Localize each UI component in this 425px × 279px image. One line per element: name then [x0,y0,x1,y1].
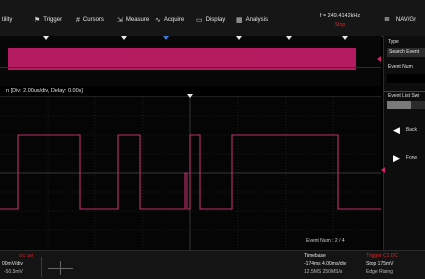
event-marker-icon[interactable] [121,36,127,40]
menu-trigger[interactable]: ⚑ Trigger [34,15,62,25]
trigger-position-icon[interactable] [163,36,169,40]
channel-scale[interactable]: 00mV/div [2,261,23,267]
menu-icon: ≣ [384,16,390,23]
event-num-label: Event Num [388,64,413,70]
acquire-icon: ∿ [155,17,161,24]
add-channel-icon-stem [60,261,61,275]
back-button[interactable]: ◀ Back [387,118,425,142]
timebase-title[interactable]: Timebase [304,253,326,259]
type-label: Type [388,39,399,45]
menu-measure[interactable]: ⇲ Measure [117,15,149,25]
event-marker-icon[interactable] [43,36,49,40]
event-list-switch-label: Event List Swi [388,93,420,99]
status-bar: DC 1M 00mV/div -50.5mV Timebase -174ms 4… [0,250,425,279]
menu-bar: tility ⚑ Trigger # Cursors ⇲ Measure ∿ A… [0,0,425,37]
menu-cursors[interactable]: # Cursors [76,15,104,25]
timebase-sampling: 12.5MS 250MS/s [304,269,343,275]
forward-button[interactable]: ▶ Forw [387,146,425,170]
flag-icon: ⚑ [34,17,41,24]
triangle-right-icon: ▶ [393,152,400,163]
zoom-center-marker-icon [187,94,193,98]
menu-acquire[interactable]: ∿ Acquire [155,15,184,25]
event-num-readout: Event Num : 2 / 4 [306,238,345,244]
menu-display[interactable]: ▭ Display [196,15,225,25]
event-marker-icon[interactable] [236,36,242,40]
timebase-values: -174ms 4.00ms/div [304,261,347,267]
nav-label: NAV/Gr [395,17,417,23]
triangle-left-icon: ◀ [393,124,400,135]
menu-trigger-label: Trigger [43,17,63,23]
channel-coupling: DC 1M [19,253,34,258]
menu-utility-label: tility [2,17,13,23]
display-icon: ▭ [196,17,203,24]
menu-acquire-label: Acquire [163,17,185,23]
event-marker-icon[interactable] [286,36,292,40]
back-label: Back [405,127,418,133]
menu-analysis[interactable]: ▦ Analysis [236,15,268,25]
menu-cursors-label: Cursors [82,17,104,23]
event-list-toggle-track [411,101,425,109]
trigger-title[interactable]: Trigger C1 DC [366,253,398,259]
zoom-grid-and-trace [0,97,381,252]
measure-icon: ⇲ [117,17,123,24]
trigger-mode: Edge Rising [366,269,393,275]
nav-button[interactable]: ≣ NAV/Gr [384,15,416,23]
event-list-toggle[interactable] [387,101,411,109]
menu-measure-label: Measure [125,17,150,23]
channel-level-marker-icon[interactable] [381,167,385,173]
trigger-values: Stop 175mV [366,261,394,267]
search-panel: Type Search Event Event Num Event List S… [381,36,425,250]
zoom-trace [0,134,381,210]
type-select[interactable]: Search Event [387,48,425,57]
event-num-field[interactable] [387,74,425,83]
frequency-readout: f = 249.4142kHz [319,13,361,19]
cursors-icon: # [76,16,80,24]
channel-divider [41,257,42,277]
panel-divider [384,91,425,92]
menu-utility[interactable]: tility [2,15,12,25]
overview-waveform[interactable] [0,36,381,86]
zoom-waveform[interactable]: Event Num : 2 / 4 [0,94,381,252]
forward-label: Forw [405,155,418,161]
event-marker-icon[interactable] [342,36,348,40]
run-state[interactable]: Stop [305,22,375,28]
channel-offset[interactable]: -50.5mV [4,269,23,275]
menu-display-label: Display [205,17,226,23]
overview-baseline [0,67,381,68]
channel-level-marker-icon[interactable] [377,56,381,62]
menu-analysis-label: Analysis [245,17,268,23]
analysis-icon: ▦ [236,17,243,24]
